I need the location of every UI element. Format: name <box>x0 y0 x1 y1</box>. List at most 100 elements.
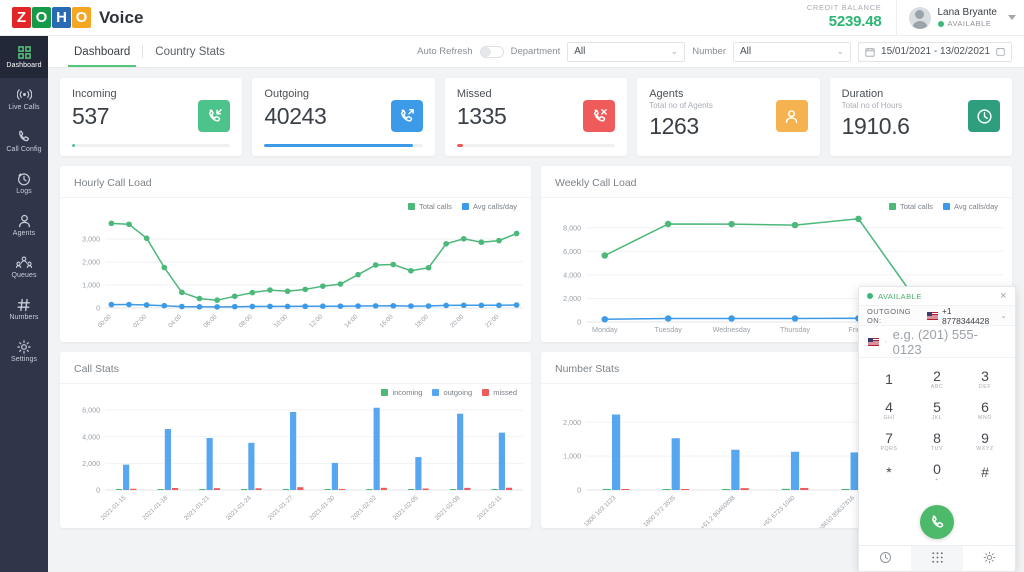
user-menu[interactable]: Lana Bryante AVAILABLE <box>896 0 1024 35</box>
sidebar-item-logs[interactable]: Logs <box>0 162 48 204</box>
sidebar-item-label: Dashboard <box>6 62 41 69</box>
logo-letter: H <box>52 7 71 28</box>
keypad-key-7[interactable]: 7 PQRS <box>865 426 913 457</box>
chart-card-call-stats: Call Stats incoming outgoing missed 02,0… <box>60 352 531 528</box>
keypad-key-4[interactable]: 4 GHI <box>865 395 913 426</box>
key-digit: 2 <box>933 369 941 383</box>
svg-text:0: 0 <box>96 305 100 313</box>
sidebar-item-queues[interactable]: Queues <box>0 246 48 288</box>
calendar-icon <box>865 47 875 57</box>
dialer-tab-history[interactable] <box>859 546 911 571</box>
legend-swatch <box>462 203 469 210</box>
keypad-key-1[interactable]: 1 <box>865 364 913 395</box>
kpi-card-incoming[interactable]: Incoming 537 <box>60 78 242 156</box>
keypad-key-8[interactable]: 8 TUV <box>913 426 961 457</box>
keypad-key-2[interactable]: 2 ABC <box>913 364 961 395</box>
top-bar-right: CREDIT BALANCE 5239.48 Lana Bryante AVAI… <box>807 0 1024 35</box>
user-meta: Lana Bryante AVAILABLE <box>938 6 998 29</box>
svg-text:2021-01-15: 2021-01-15 <box>100 494 128 522</box>
credit-balance[interactable]: CREDIT BALANCE 5239.48 <box>807 3 896 31</box>
brand-logo[interactable]: Z O H O Voice <box>0 7 144 28</box>
department-label: Department <box>511 46 561 57</box>
keypad-key-star[interactable]: * <box>865 457 913 488</box>
svg-text:22:00: 22:00 <box>484 313 501 329</box>
svg-text:1,000: 1,000 <box>563 453 581 461</box>
dialer-tab-keypad[interactable] <box>911 546 963 571</box>
number-label: Number <box>692 46 726 57</box>
keypad-key-hash[interactable]: # <box>961 457 1009 488</box>
kpi-title: Outgoing <box>264 88 422 100</box>
key-letters: ABC <box>931 384 943 390</box>
chevron-down-icon[interactable] <box>1008 15 1016 20</box>
kpi-card-missed[interactable]: Missed 1335 <box>445 78 627 156</box>
svg-text:Thursday: Thursday <box>780 326 810 334</box>
sidebar: Dashboard Live Calls Call Config Logs <box>0 36 48 572</box>
key-digit: 6 <box>981 400 989 414</box>
key-digit: 7 <box>885 431 893 445</box>
key-digit: * <box>886 465 891 479</box>
sidebar-item-call-config[interactable]: Call Config <box>0 120 48 162</box>
kpi-card-duration[interactable]: Duration Total no of Hours 1910.6 <box>830 78 1012 156</box>
dialer-input-placeholder: e.g. (201) 555-0123 <box>893 327 1006 357</box>
svg-text:2021-01-30: 2021-01-30 <box>308 494 336 522</box>
avatar <box>909 7 931 29</box>
flag-us-icon <box>927 312 938 320</box>
svg-text:06:00: 06:00 <box>202 313 219 329</box>
svg-text:+8610 85637816: +8610 85637816 <box>817 494 856 528</box>
logo-letter: O <box>32 7 51 28</box>
svg-text:02:00: 02:00 <box>132 313 149 329</box>
svg-text:16:00: 16:00 <box>378 313 395 329</box>
tab-label: Country Stats <box>155 46 225 58</box>
auto-refresh-toggle[interactable] <box>480 46 504 58</box>
kpi-card-outgoing[interactable]: Outgoing 40243 <box>252 78 434 156</box>
svg-text:00:00: 00:00 <box>97 313 114 329</box>
status-dot-icon <box>938 21 944 27</box>
user-status: AVAILABLE <box>938 19 998 29</box>
sidebar-item-live-calls[interactable]: Live Calls <box>0 78 48 120</box>
logo-letter: Z <box>12 7 31 28</box>
svg-text:1800 103 1123: 1800 103 1123 <box>583 494 618 528</box>
kpi-card-agents[interactable]: Agents Total no of Agents 1263 <box>637 78 819 156</box>
sidebar-item-dashboard[interactable]: Dashboard <box>0 36 48 78</box>
sidebar-item-settings[interactable]: Settings <box>0 330 48 372</box>
call-button[interactable] <box>920 505 954 539</box>
dialer-tab-settings[interactable] <box>963 546 1015 571</box>
key-letters: TUV <box>931 446 943 452</box>
svg-text:+61 2 80460898: +61 2 80460898 <box>699 494 737 528</box>
svg-text:2021-02-11: 2021-02-11 <box>476 494 504 521</box>
date-range-picker[interactable]: 15/01/2021 - 13/02/2021 <box>858 42 1012 62</box>
sidebar-item-numbers[interactable]: Numbers <box>0 288 48 330</box>
keypad-key-6[interactable]: 6 MNO <box>961 395 1009 426</box>
department-select[interactable]: All ⌄ <box>567 42 685 62</box>
tab-dashboard[interactable]: Dashboard <box>62 36 142 67</box>
dialer-outgoing-selector[interactable]: OUTGOING ON: +1 8778344428 ⌄ <box>859 306 1015 326</box>
sidebar-item-agents[interactable]: Agents <box>0 204 48 246</box>
kpi-title: Agents <box>649 88 807 100</box>
separator-dot: · <box>884 336 888 348</box>
call-outgoing-icon <box>391 100 423 132</box>
sidebar-item-label: Queues <box>11 272 36 279</box>
sidebar-item-label: Agents <box>13 230 35 237</box>
queues-icon <box>16 255 32 270</box>
keypad-key-3[interactable]: 3 DEF <box>961 364 1009 395</box>
user-status-label: AVAILABLE <box>948 19 992 29</box>
sidebar-item-label: Settings <box>11 356 37 363</box>
tab-label: Dashboard <box>74 46 130 58</box>
top-bar: Z O H O Voice CREDIT BALANCE 5239.48 Lan… <box>0 0 1024 36</box>
calendar-icon <box>996 47 1005 56</box>
svg-text:4,000: 4,000 <box>563 272 581 280</box>
number-select[interactable]: All ⌄ <box>733 42 851 62</box>
keypad-key-5[interactable]: 5 JKL <box>913 395 961 426</box>
outgoing-label: OUTGOING ON: <box>867 307 923 325</box>
keypad-key-9[interactable]: 9 WXYZ <box>961 426 1009 457</box>
chart-plot-area: 02,0004,0006,0002021-01-152021-01-182021… <box>60 396 531 528</box>
credit-balance-value: 5239.48 <box>807 13 882 32</box>
tab-country-stats[interactable]: Country Stats <box>143 36 237 67</box>
user-name: Lana Bryante <box>938 6 998 19</box>
dialer-number-input[interactable]: · e.g. (201) 555-0123 <box>859 326 1015 358</box>
close-icon[interactable]: × <box>1000 291 1007 302</box>
dialer-status-label: AVAILABLE <box>878 292 922 301</box>
svg-text:2021-01-18: 2021-01-18 <box>141 494 169 522</box>
key-letters: MNO <box>978 415 992 421</box>
keypad-key-0[interactable]: 0 + <box>913 457 961 488</box>
